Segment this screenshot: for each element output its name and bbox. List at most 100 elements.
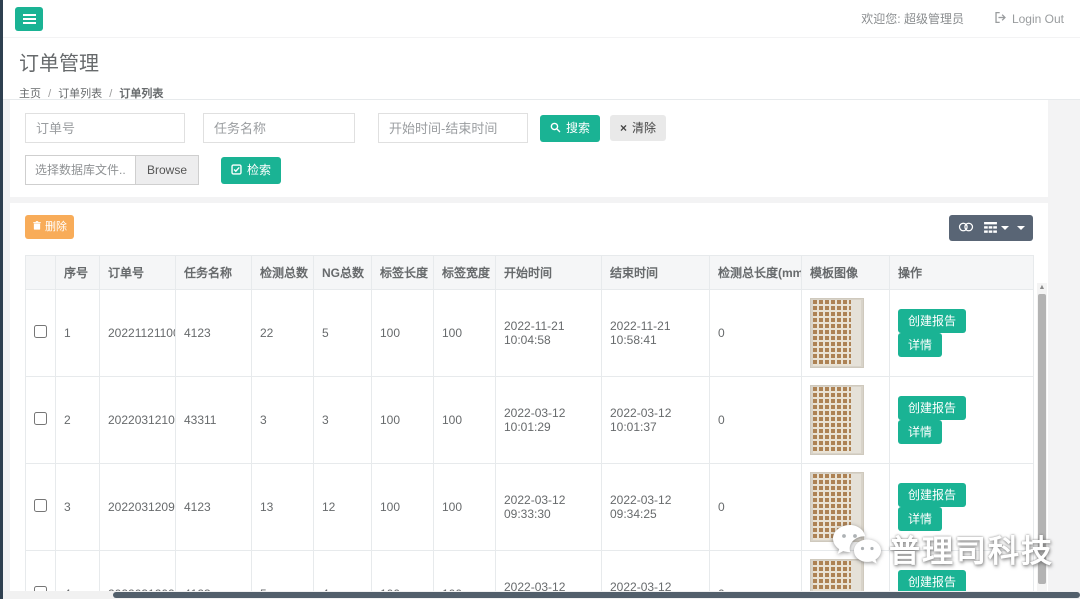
cell-label-width: 100 bbox=[434, 290, 496, 377]
horizontal-scrollbar[interactable] bbox=[3, 591, 1080, 599]
clear-x-icon: × bbox=[620, 122, 627, 134]
cell-total-count: 3 bbox=[252, 377, 314, 464]
cell-total-length: 0 bbox=[710, 377, 802, 464]
welcome-text: 欢迎您: 超级管理员 bbox=[861, 10, 964, 27]
row-checkbox[interactable] bbox=[34, 499, 47, 512]
column-header: NG总数 bbox=[314, 256, 372, 290]
template-image-thumbnail[interactable] bbox=[810, 472, 864, 542]
cell-order-no: 202203120923 bbox=[100, 551, 176, 597]
breadcrumb-order-list[interactable]: 订单列表 bbox=[58, 88, 102, 100]
columns-grid-icon bbox=[984, 221, 997, 236]
toggle-view-icon[interactable] bbox=[957, 221, 975, 236]
detail-button[interactable]: 详情 bbox=[898, 507, 942, 531]
cell-total-count: 13 bbox=[252, 464, 314, 551]
cell-ng-count: 3 bbox=[314, 377, 372, 464]
cell-label-width: 100 bbox=[434, 551, 496, 597]
order-no-input[interactable] bbox=[25, 113, 185, 143]
column-header: 结束时间 bbox=[602, 256, 710, 290]
task-name-input[interactable] bbox=[203, 113, 355, 143]
orders-table: 序号订单号任务名称检测总数NG总数标签长度标签宽度开始时间结束时间检测总长度(m… bbox=[25, 255, 1034, 596]
content-area: 搜索 × 清除 Browse 检索 bbox=[3, 100, 1080, 599]
template-image-thumbnail[interactable] bbox=[810, 298, 864, 368]
database-file-input[interactable] bbox=[25, 155, 135, 185]
cell-order-no: 202211211004 bbox=[100, 290, 176, 377]
column-header: 操作 bbox=[890, 256, 1034, 290]
time-range-input[interactable] bbox=[378, 113, 528, 143]
vertical-scrollbar-thumb[interactable] bbox=[1038, 294, 1046, 584]
browse-button[interactable]: Browse bbox=[135, 155, 199, 185]
cell-task-name: 4123 bbox=[176, 551, 252, 597]
search-button[interactable]: 搜索 bbox=[540, 115, 600, 142]
caret-down-icon[interactable] bbox=[1017, 226, 1025, 230]
clear-button-label: 清除 bbox=[632, 122, 656, 134]
select-all-header-cell bbox=[26, 256, 56, 290]
scroll-up-arrow-icon[interactable]: ▲ bbox=[1037, 283, 1047, 293]
cell-index: 4 bbox=[56, 551, 100, 597]
page-title: 订单管理 bbox=[19, 47, 1064, 76]
cell-label-length: 100 bbox=[372, 464, 434, 551]
create-report-button[interactable]: 创建报告 bbox=[898, 483, 966, 507]
clear-button[interactable]: × 清除 bbox=[610, 115, 666, 141]
row-checkbox[interactable] bbox=[34, 325, 47, 338]
table-row: 2 202203121001 43311 3 3 100 100 2022-03… bbox=[26, 377, 1034, 464]
breadcrumb-separator: / bbox=[48, 88, 51, 100]
cell-end-time: 2022-03-12 10:01:37 bbox=[602, 377, 710, 464]
columns-dropdown-button[interactable] bbox=[984, 221, 1009, 236]
cell-ng-count: 4 bbox=[314, 551, 372, 597]
breadcrumb-home[interactable]: 主页 bbox=[19, 88, 41, 100]
row-checkbox[interactable] bbox=[34, 412, 47, 425]
cell-total-count: 5 bbox=[252, 551, 314, 597]
table-header-row: 序号订单号任务名称检测总数NG总数标签长度标签宽度开始时间结束时间检测总长度(m… bbox=[26, 256, 1034, 290]
collapsed-sidebar-edge bbox=[0, 0, 3, 599]
vertical-scrollbar[interactable]: ▲ bbox=[1037, 283, 1047, 596]
detail-button[interactable]: 详情 bbox=[898, 420, 942, 444]
cell-index: 1 bbox=[56, 290, 100, 377]
retrieve-button[interactable]: 检索 bbox=[221, 157, 281, 184]
column-header: 开始时间 bbox=[496, 256, 602, 290]
search-icon bbox=[550, 122, 561, 135]
cell-order-no: 202203120933 bbox=[100, 464, 176, 551]
template-image-thumbnail[interactable] bbox=[810, 385, 864, 455]
cell-start-time: 2022-03-12 10:01:29 bbox=[496, 377, 602, 464]
cell-index: 3 bbox=[56, 464, 100, 551]
cell-ng-count: 12 bbox=[314, 464, 372, 551]
column-header: 订单号 bbox=[100, 256, 176, 290]
horizontal-scrollbar-thumb[interactable] bbox=[113, 592, 1080, 598]
top-navbar: 欢迎您: 超级管理员 Login Out bbox=[3, 0, 1080, 38]
page-heading: 订单管理 主页 / 订单列表 / 订单列表 bbox=[3, 38, 1080, 100]
cell-start-time: 2022-03-12 09:23:19 bbox=[496, 551, 602, 597]
cell-label-width: 100 bbox=[434, 464, 496, 551]
cell-label-length: 100 bbox=[372, 290, 434, 377]
cell-task-name: 4123 bbox=[176, 290, 252, 377]
menu-toggle-button[interactable] bbox=[15, 7, 43, 31]
search-button-label: 搜索 bbox=[566, 122, 590, 134]
cell-ng-count: 5 bbox=[314, 290, 372, 377]
cell-order-no: 202203121001 bbox=[100, 377, 176, 464]
cell-start-time: 2022-03-12 09:33:30 bbox=[496, 464, 602, 551]
delete-button[interactable]: 删除 bbox=[25, 215, 74, 239]
cell-total-count: 22 bbox=[252, 290, 314, 377]
create-report-button[interactable]: 创建报告 bbox=[898, 396, 966, 420]
table-row: 1 202211211004 4123 22 5 100 100 2022-11… bbox=[26, 290, 1034, 377]
column-header: 标签宽度 bbox=[434, 256, 496, 290]
cell-end-time: 2022-03-12 09:34:25 bbox=[602, 464, 710, 551]
create-report-button[interactable]: 创建报告 bbox=[898, 309, 966, 333]
table-row: 4 202203120923 4123 5 4 100 100 2022-03-… bbox=[26, 551, 1034, 597]
column-header: 检测总数 bbox=[252, 256, 314, 290]
detail-button[interactable]: 详情 bbox=[898, 333, 942, 357]
cell-total-length: 0 bbox=[710, 464, 802, 551]
cell-task-name: 43311 bbox=[176, 377, 252, 464]
table-toolbar: 删除 bbox=[25, 215, 1033, 241]
breadcrumb-current: 订单列表 bbox=[119, 88, 163, 100]
order-table-panel: 删除 bbox=[10, 203, 1048, 596]
cell-task-name: 4123 bbox=[176, 464, 252, 551]
cell-start-time: 2022-11-21 10:04:58 bbox=[496, 290, 602, 377]
column-header: 任务名称 bbox=[176, 256, 252, 290]
topbar-right: 欢迎您: 超级管理员 Login Out bbox=[861, 10, 1064, 27]
check-square-icon bbox=[231, 164, 242, 177]
cell-end-time: 2022-11-21 10:58:41 bbox=[602, 290, 710, 377]
logout-link[interactable]: Login Out bbox=[994, 11, 1064, 27]
column-header: 模板图像 bbox=[802, 256, 890, 290]
trash-icon bbox=[32, 220, 42, 234]
table-view-controls[interactable] bbox=[949, 215, 1033, 241]
